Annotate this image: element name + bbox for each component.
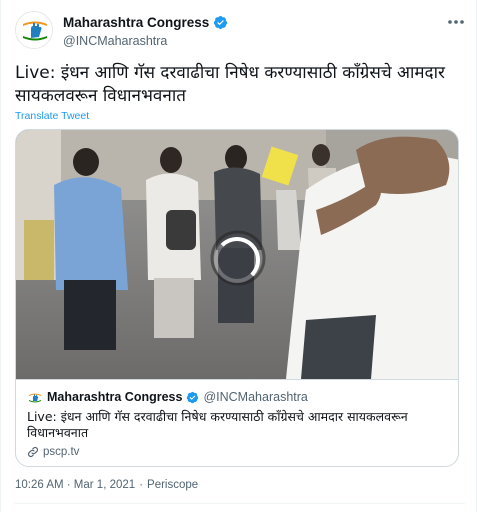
divider xyxy=(15,503,465,504)
tweet: Maharashtra Congress @INCMaharashtra Liv… xyxy=(0,0,477,512)
congress-logo-icon xyxy=(29,393,41,403)
tweet-meta: 10:26 AM · Mar 1, 2021 · Periscope xyxy=(15,479,198,491)
link-icon xyxy=(28,447,38,457)
author-name-line: Maharashtra Congress xyxy=(63,15,228,30)
congress-logo-icon xyxy=(16,12,52,48)
tweet-text: Live: इंधन आणि गॅस दरवाढीचा निषेध करण्या… xyxy=(15,63,445,106)
more-button[interactable] xyxy=(445,13,467,31)
author-name[interactable]: Maharashtra Congress xyxy=(63,15,209,30)
more-horizontal-icon xyxy=(448,20,464,24)
card-text: Live: इंधन आणि गॅस दरवाढीचा निषेध करण्या… xyxy=(27,409,408,440)
loading-spinner-icon xyxy=(214,237,260,283)
tweet-header: Maharashtra Congress @INCMaharashtra xyxy=(15,10,467,54)
card-author-name: Maharashtra Congress xyxy=(47,390,183,404)
verified-badge-icon xyxy=(187,391,199,403)
avatar[interactable] xyxy=(15,11,53,49)
link-card[interactable]: Maharashtra Congress @INCMaharashtra Liv… xyxy=(15,129,459,467)
card-author-line: Maharashtra Congress @INCMaharashtra xyxy=(47,390,308,404)
translate-link[interactable]: Translate Tweet xyxy=(15,110,89,122)
author-handle[interactable]: @INCMaharashtra xyxy=(63,34,167,48)
card-author-handle: @INCMaharashtra xyxy=(203,390,308,404)
card-avatar xyxy=(27,390,43,406)
video-thumbnail[interactable] xyxy=(16,130,458,379)
meta-separator: · xyxy=(139,479,144,491)
verified-badge-icon xyxy=(214,15,228,30)
timestamp[interactable]: 10:26 AM · Mar 1, 2021 xyxy=(15,479,135,491)
card-link-text[interactable]: pscp.tv xyxy=(43,446,79,458)
tweet-source[interactable]: Periscope xyxy=(147,479,198,491)
card-link[interactable]: pscp.tv xyxy=(27,446,79,458)
card-info: Maharashtra Congress @INCMaharashtra Liv… xyxy=(16,379,458,466)
